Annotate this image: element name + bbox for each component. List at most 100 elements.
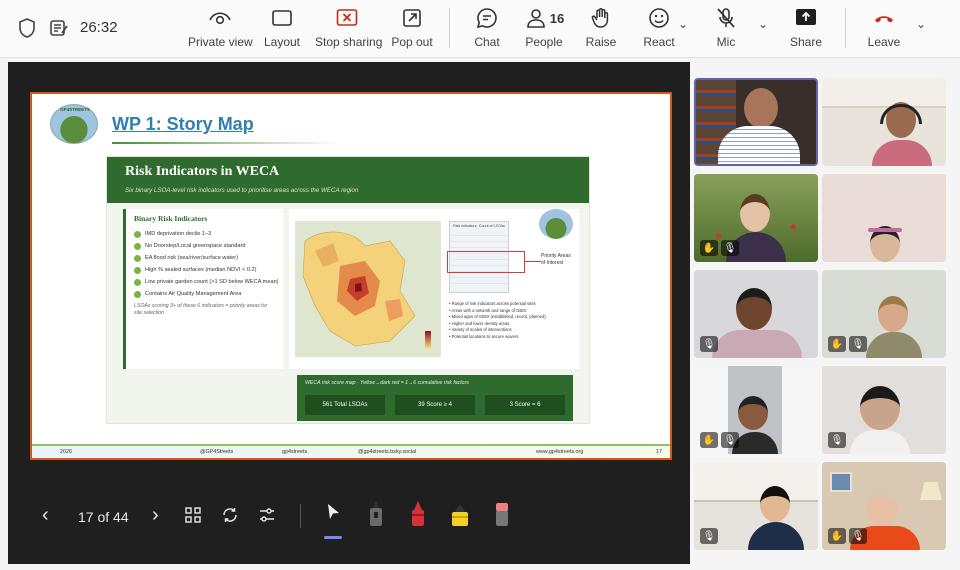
hang-up-icon xyxy=(852,6,916,30)
raise-label: Raise xyxy=(585,35,617,49)
people-button[interactable]: 16 People xyxy=(512,6,576,49)
risk-item: EA flood risk (sea/river/surface water) xyxy=(134,255,279,262)
hand-icon xyxy=(569,6,633,30)
mic-off-icon: 🎙 xyxy=(721,240,739,256)
map-bullet: • Mixed ages of GBGI (established, recen… xyxy=(449,314,546,319)
participant-video[interactable] xyxy=(822,174,946,262)
chat-button[interactable]: Chat xyxy=(455,6,519,49)
toolbar-divider xyxy=(845,8,846,48)
participant-video[interactable]: ✋ 🎙 xyxy=(822,462,946,550)
private-view-label: Private view xyxy=(188,35,253,49)
stop-sharing-label: Stop sharing xyxy=(315,35,383,49)
next-slide-icon[interactable]: › xyxy=(152,504,159,527)
share-button[interactable]: Share xyxy=(774,6,838,49)
risk-heading: Binary Risk Indicators xyxy=(134,214,208,223)
map-bullet: • Areas with a network and range of GBGI xyxy=(449,307,527,313)
panel-subtitle: Six binary LSOA-level risk indicators us… xyxy=(125,187,359,194)
avatar xyxy=(738,396,768,430)
highlighter-icon[interactable] xyxy=(448,498,472,533)
participant-video[interactable]: ✋ 🎙 xyxy=(822,270,946,358)
map-bullet: • Range of risk indicators across potent… xyxy=(449,301,536,306)
shirt xyxy=(872,140,932,166)
participant-video[interactable] xyxy=(822,78,946,166)
footer-page: 17 xyxy=(656,449,662,455)
stat-score-6: 3 Score = 6 xyxy=(485,395,565,415)
toolbar-divider xyxy=(449,8,450,48)
private-view-button[interactable]: Private view xyxy=(188,6,253,49)
notes-icon[interactable] xyxy=(48,17,70,39)
slide-title: WP 1: Story Map xyxy=(112,114,254,134)
sync-icon[interactable] xyxy=(221,506,239,529)
layout-button[interactable]: Layout xyxy=(250,6,314,49)
footer-linkedin: gp4streets xyxy=(282,449,308,455)
priority-arrow xyxy=(525,261,541,262)
grid-view-icon[interactable] xyxy=(184,506,202,529)
stop-sharing-button[interactable]: Stop sharing xyxy=(315,6,383,49)
wall-art xyxy=(830,472,852,492)
footer-year: 2026 xyxy=(60,449,72,455)
avatar xyxy=(860,386,900,430)
mic-chevron-icon[interactable]: ⌄ xyxy=(758,17,768,31)
active-tool-indicator xyxy=(324,536,342,539)
map-bullet: • Variety of scales of interventions xyxy=(449,327,512,332)
share-label: Share xyxy=(789,35,823,49)
pointer-tool-icon[interactable] xyxy=(324,502,342,527)
eye-icon xyxy=(188,6,252,30)
status-icons: 🎙 xyxy=(828,432,846,448)
pen-tool-icon[interactable] xyxy=(366,498,386,533)
raise-hand-button[interactable]: Raise xyxy=(569,6,633,49)
status-icons: ✋ 🎙 xyxy=(828,336,867,352)
participant-video[interactable]: 🎙 xyxy=(694,270,818,358)
title-underline xyxy=(112,142,340,144)
red-marker-icon[interactable] xyxy=(408,498,428,533)
mic-off-icon: 🎙 xyxy=(721,432,739,448)
risk-note: LSOAs scoring 3+ of these 6 indicators =… xyxy=(134,303,268,316)
settings-sliders-icon[interactable] xyxy=(258,506,276,529)
status-icons: 🎙 xyxy=(700,336,718,352)
panel-title: Risk Indicators in WECA xyxy=(125,164,280,179)
avatar xyxy=(744,88,778,128)
risk-item: Contains Air Quality Management Area xyxy=(134,291,279,298)
participant-video[interactable]: 🎙 xyxy=(694,462,818,550)
weca-risk-map xyxy=(295,221,441,357)
people-icon xyxy=(526,9,545,28)
priority-highlight-box xyxy=(447,251,525,273)
risk-item: IMD deprivation decile 1–3 xyxy=(134,231,279,238)
avatar xyxy=(740,194,770,232)
presenter-controls: ‹ 17 of 44 › xyxy=(8,492,690,552)
raised-hand-icon: ✋ xyxy=(700,432,718,448)
people-count: 16 xyxy=(549,10,565,26)
participant-video[interactable]: 🎙 xyxy=(822,366,946,454)
people-label: People xyxy=(525,35,563,49)
participant-video[interactable] xyxy=(694,78,818,166)
shield-icon[interactable] xyxy=(16,17,38,39)
mic-button[interactable]: Mic xyxy=(694,6,758,49)
leave-label: Leave xyxy=(867,35,901,49)
shirt xyxy=(712,330,802,358)
slide-footer: 2026 @GP4Streets gp4streets @gp4streets.… xyxy=(32,444,670,458)
map-bullets: • Range of risk indicators across potent… xyxy=(449,301,575,340)
pop-out-button[interactable]: Pop out xyxy=(380,6,444,49)
status-icons: 🎙 xyxy=(700,528,718,544)
prev-slide-icon[interactable]: ‹ xyxy=(42,504,49,527)
chat-label: Chat xyxy=(474,35,500,49)
logo-text: GP4STREETS xyxy=(60,107,90,112)
mic-label: Mic xyxy=(716,35,736,49)
footer-bluesky: @gp4streets.bsky.social xyxy=(358,449,417,455)
participant-video[interactable]: ✋ 🎙 xyxy=(694,174,818,262)
shirt xyxy=(718,126,800,164)
panel-logo xyxy=(539,209,573,239)
presentation-slide: GP4STREETS WP 1: Story Map Risk Indicato… xyxy=(30,92,672,460)
stop-sharing-icon xyxy=(315,6,379,30)
leave-button[interactable]: Leave xyxy=(852,6,916,49)
leave-chevron-icon[interactable]: ⌄ xyxy=(916,17,926,31)
react-chevron-icon[interactable]: ⌄ xyxy=(678,17,688,31)
shirt xyxy=(748,522,804,550)
lamp xyxy=(920,482,942,500)
page-indicator: 17 of 44 xyxy=(78,509,129,525)
eraser-icon[interactable] xyxy=(492,498,512,533)
status-icons: ✋ 🎙 xyxy=(828,528,867,544)
stat-score-4: 39 Score ≥ 4 xyxy=(395,395,475,415)
participant-video[interactable]: ✋ 🎙 xyxy=(694,366,818,454)
layout-icon xyxy=(250,6,314,30)
